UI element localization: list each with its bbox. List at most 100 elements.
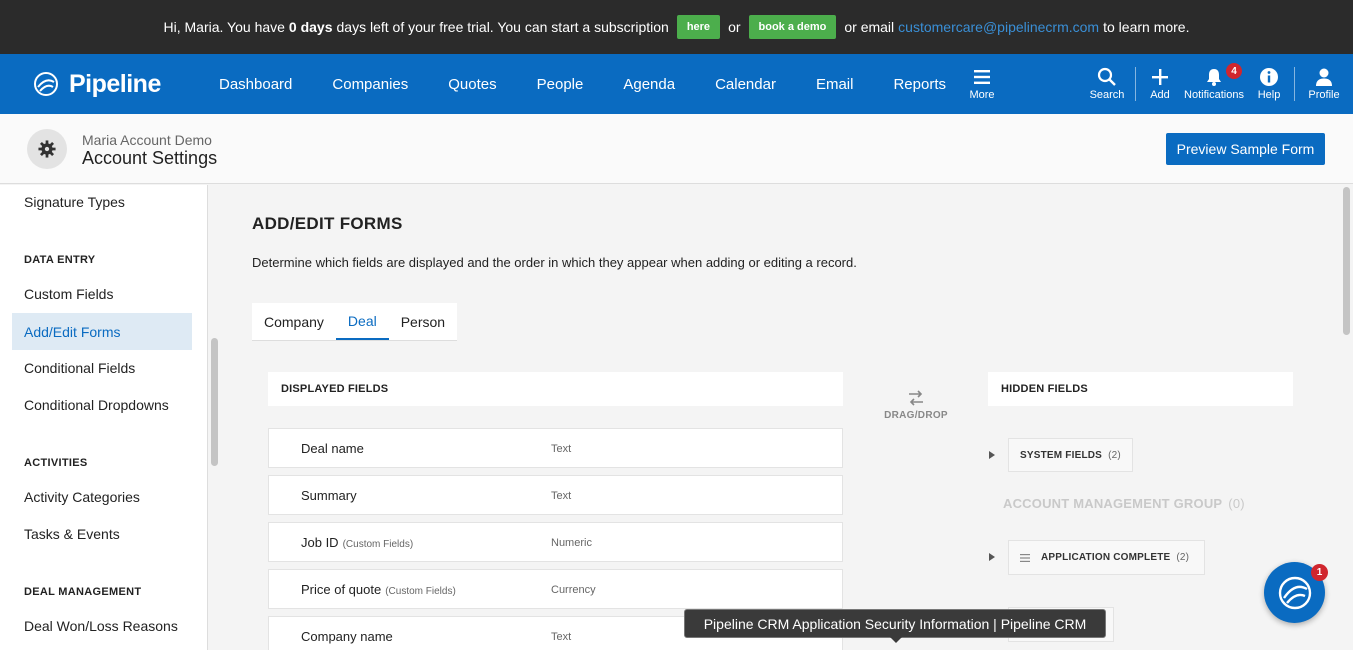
drag-handle-icon[interactable]: [1020, 553, 1030, 562]
sidebar-item-activity-categories[interactable]: Activity Categories: [12, 478, 192, 515]
nav-reports[interactable]: Reports: [873, 76, 966, 93]
hidden-group-name: SYSTEM FIELDS: [1020, 449, 1103, 461]
field-name: Price of quote (Custom Fields): [301, 582, 456, 597]
field-name: Company name: [301, 629, 393, 644]
sidebar-section-deal-management: DEAL MANAGEMENT: [24, 586, 142, 598]
plus-icon: [1152, 69, 1168, 85]
caret-right-icon[interactable]: [989, 451, 995, 459]
field-type: Text: [551, 490, 572, 502]
field-type: Text: [551, 631, 572, 643]
nav-search-label: Search: [1089, 89, 1125, 101]
hidden-group-name: APPLICATION COMPLETE: [1041, 552, 1171, 563]
banner-or-2: or email: [844, 19, 895, 35]
banner-days: 0 days: [288, 19, 333, 35]
nav-calendar[interactable]: Calendar: [695, 76, 796, 93]
sidebar-scrollbar[interactable]: [211, 338, 218, 466]
sidebar-section-activities: ACTIVITIES: [24, 457, 88, 469]
field-row[interactable]: Summary Text: [268, 475, 843, 515]
subscribe-here-button[interactable]: here: [676, 15, 721, 39]
tab-deal[interactable]: Deal: [335, 303, 389, 340]
main-nav: Pipeline Dashboard Companies Quotes Peop…: [0, 54, 1353, 114]
drag-drop-label: DRAG/DROP: [884, 410, 948, 421]
nav-quotes[interactable]: Quotes: [428, 76, 516, 93]
hidden-group-count: (2): [1176, 552, 1190, 563]
sidebar-item-conditional-dropdowns[interactable]: Conditional Dropdowns: [12, 386, 192, 423]
field-type: Currency: [551, 584, 596, 596]
nav-help-button[interactable]: Help: [1244, 54, 1294, 114]
sidebar-item-add-edit-forms[interactable]: Add/Edit Forms: [12, 313, 192, 350]
brand-logo[interactable]: Pipeline: [33, 70, 199, 99]
field-row[interactable]: Price of quote (Custom Fields) Currency: [268, 569, 843, 609]
banner-tail: to learn more.: [1103, 19, 1190, 35]
nav-notifications-label: Notifications: [1184, 89, 1244, 101]
search-icon: [1097, 67, 1116, 86]
field-tag: (Custom Fields): [385, 586, 456, 597]
main-scrollbar[interactable]: [1343, 187, 1350, 335]
hidden-group-name: ACCOUNT MANAGEMENT GROUP: [1003, 496, 1223, 511]
field-row[interactable]: Deal name Text: [268, 428, 843, 468]
banner-greeting: Hi, Maria. You have: [163, 19, 285, 35]
info-icon: [1260, 68, 1278, 86]
sidebar-section-data-entry: DATA ENTRY: [24, 254, 96, 266]
chat-unread-badge: 1: [1311, 564, 1328, 581]
sidebar-item-tasks-events[interactable]: Tasks & Events: [12, 515, 192, 552]
swap-arrows-icon: [909, 390, 923, 406]
field-name: Summary: [301, 488, 357, 503]
field-type: Text: [551, 443, 572, 455]
caret-right-icon[interactable]: [989, 553, 995, 561]
preview-sample-form-button[interactable]: Preview Sample Form: [1166, 133, 1325, 165]
nav-search-button[interactable]: Search: [1079, 54, 1135, 114]
displayed-fields-header: DISPLAYED FIELDS: [268, 372, 843, 406]
gear-icon: [38, 140, 56, 158]
nav-right-tools: Search Add Notifications 4 Help Profile: [1079, 54, 1353, 114]
field-row[interactable]: Job ID (Custom Fields) Numeric: [268, 522, 843, 562]
sidebar-item-custom-fields[interactable]: Custom Fields: [12, 275, 192, 312]
hidden-group-count: (2): [1108, 449, 1121, 461]
hidden-group-system-fields[interactable]: SYSTEM FIELDS (2): [1008, 438, 1133, 472]
nav-help-label: Help: [1257, 89, 1281, 101]
hidden-group-count: (0): [1228, 496, 1245, 511]
account-name: Maria Account Demo: [82, 132, 212, 148]
book-demo-button[interactable]: book a demo: [748, 15, 837, 39]
nav-more-label: More: [969, 89, 995, 101]
field-name: Deal name: [301, 441, 364, 456]
nav-more-button[interactable]: More: [962, 54, 1002, 114]
page-title: Account Settings: [82, 148, 218, 168]
field-name: Job ID (Custom Fields): [301, 535, 414, 550]
pipeline-logo-icon: [34, 72, 58, 96]
support-email-link[interactable]: customercare@pipelinecrm.com: [898, 19, 1099, 35]
field-tag: (Custom Fields): [342, 539, 414, 550]
drag-drop-indicator: DRAG/DROP: [866, 390, 966, 421]
nav-people[interactable]: People: [517, 76, 604, 93]
tab-company[interactable]: Company: [252, 303, 336, 340]
nav-add-label: Add: [1150, 89, 1170, 101]
hidden-group-application-complete[interactable]: APPLICATION COMPLETE (2): [1008, 540, 1205, 575]
nav-agenda[interactable]: Agenda: [603, 76, 695, 93]
bell-icon: [1207, 69, 1221, 86]
notification-count-badge: 4: [1226, 63, 1242, 79]
section-description: Determine which fields are displayed and…: [252, 255, 857, 270]
nav-add-button[interactable]: Add: [1136, 54, 1184, 114]
hidden-fields-header: HIDDEN FIELDS: [988, 372, 1293, 406]
record-type-tabs: Company Deal Person: [252, 303, 458, 341]
hidden-group-account-management: ACCOUNT MANAGEMENT GROUP (0): [1003, 496, 1245, 511]
section-title: ADD/EDIT FORMS: [252, 214, 403, 233]
nav-companies[interactable]: Companies: [312, 76, 428, 93]
nav-profile-button[interactable]: Profile: [1295, 54, 1353, 114]
link-tooltip: Pipeline CRM Application Security Inform…: [684, 609, 1106, 643]
nav-notifications-button[interactable]: Notifications 4: [1184, 54, 1244, 114]
nav-links: Dashboard Companies Quotes People Agenda…: [199, 76, 966, 93]
nav-dashboard[interactable]: Dashboard: [199, 76, 312, 93]
sidebar-item-conditional-fields[interactable]: Conditional Fields: [12, 349, 192, 386]
settings-sidebar: Signature Types DATA ENTRY Custom Fields…: [0, 185, 208, 650]
sidebar-item-deal-won-loss-reasons[interactable]: Deal Won/Loss Reasons: [12, 607, 192, 644]
user-icon: [1316, 68, 1332, 86]
nav-email[interactable]: Email: [796, 76, 874, 93]
banner-or-1: or: [728, 19, 741, 35]
tab-person[interactable]: Person: [389, 303, 457, 340]
sidebar-item-signature-types[interactable]: Signature Types: [12, 185, 192, 220]
field-type: Numeric: [551, 537, 592, 549]
banner-mid: days left of your free trial. You can st…: [336, 19, 669, 35]
nav-profile-label: Profile: [1308, 89, 1340, 101]
chat-icon: [1278, 576, 1311, 609]
